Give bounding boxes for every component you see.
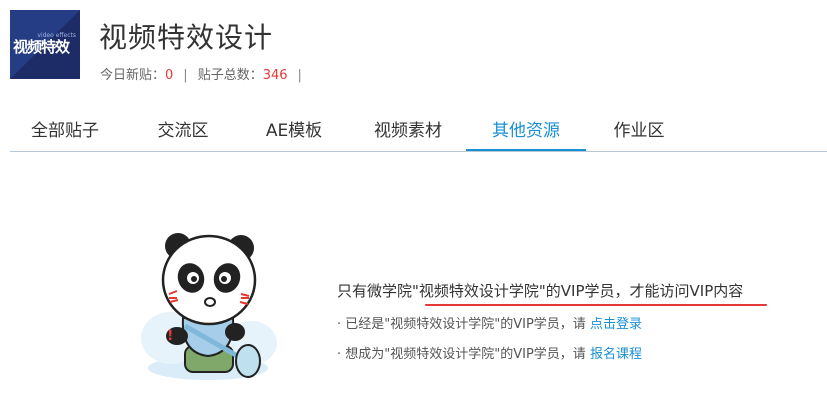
total-posts-count: 346 [262,68,288,83]
panda-mascot-icon: ! [141,233,277,380]
tab-all-posts[interactable]: 全部贴子 [20,113,110,149]
notice-underline [425,304,767,306]
enroll-link[interactable]: 报名课程 [590,347,642,362]
board-logo[interactable]: video effects 视频特效 [10,10,80,79]
enroll-hint: · 想成为"视频特效设计学院"的VIP学员，请 报名课程 [337,343,642,362]
svg-text:!: ! [167,328,173,344]
vip-notice-message: 只有微学院"视频特效设计学院"的VIP学员，才能访问VIP内容 [337,282,744,300]
login-hint-text: · 已经是"视频特效设计学院"的VIP学员，请 [337,317,590,332]
tab-video-materials[interactable]: 视频素材 [353,113,463,149]
login-hint: · 已经是"视频特效设计学院"的VIP学员，请 点击登录 [337,313,642,332]
board-stats: 今日新贴：0 | 贴子总数：346 | [100,64,312,83]
tab-ae-templates[interactable]: AE模板 [244,113,344,149]
tab-other-resources[interactable]: 其他资源 [466,113,586,151]
total-posts-label: 贴子总数： [197,68,263,83]
today-posts-count: 0 [165,68,174,83]
enroll-hint-text: · 想成为"视频特效设计学院"的VIP学员，请 [337,347,590,362]
stats-separator: | [183,68,188,83]
today-posts-label: 今日新贴： [100,68,166,83]
tab-discussion[interactable]: 交流区 [138,113,228,149]
logo-text: 视频特效 [13,38,70,56]
page-title: 视频特效设计 [99,21,274,54]
login-link[interactable]: 点击登录 [590,317,642,332]
board-tabs: 全部贴子 交流区 AE模板 视频素材 其他资源 作业区 [10,113,827,152]
tab-homework[interactable]: 作业区 [594,113,684,149]
stats-separator: | [297,68,302,83]
